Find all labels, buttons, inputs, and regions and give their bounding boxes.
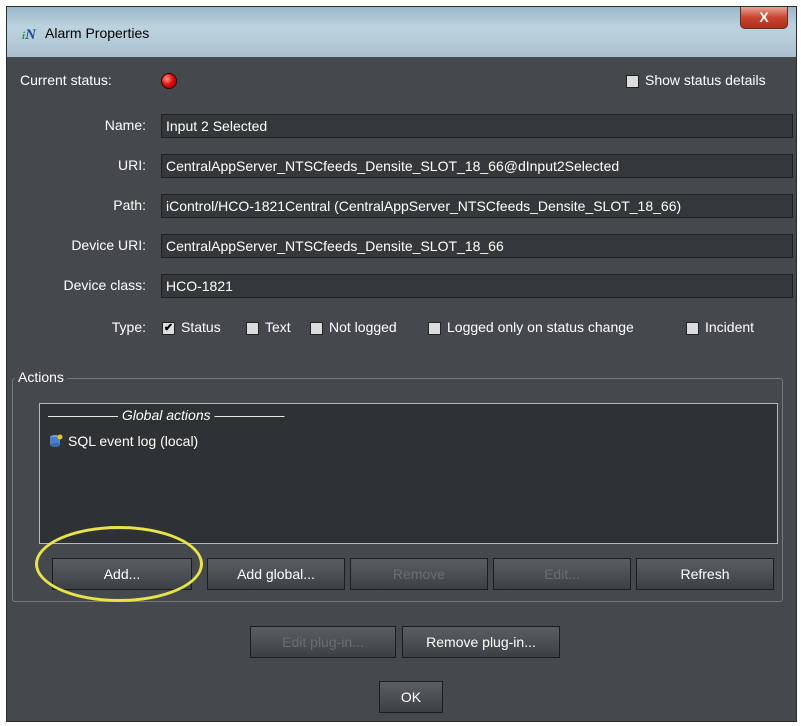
- type-text-label: Text: [265, 319, 291, 335]
- type-not-logged-label: Not logged: [329, 319, 397, 335]
- type-logged-on-change-checkbox[interactable]: [428, 322, 441, 335]
- device-uri-label: Device URI:: [71, 237, 146, 253]
- current-status-label: Current status:: [20, 72, 112, 88]
- window-title: Alarm Properties: [45, 25, 150, 41]
- dialog-body: Current status: Show status details Name…: [12, 57, 793, 714]
- name-label: Name:: [104, 117, 146, 133]
- title-bar[interactable]: iN Alarm Properties X: [7, 7, 796, 57]
- refresh-button[interactable]: Refresh: [636, 558, 774, 590]
- type-status-label: Status: [181, 319, 221, 335]
- highlight-ellipse: [35, 526, 203, 602]
- actions-group-title: Actions: [15, 369, 67, 385]
- edit-plugin-button[interactable]: Edit plug-in...: [250, 626, 396, 658]
- remove-plugin-button[interactable]: Remove plug-in...: [402, 626, 560, 658]
- show-status-details-checkbox[interactable]: [626, 75, 639, 88]
- close-button[interactable]: X: [740, 7, 788, 29]
- device-uri-field[interactable]: CentralAppServer_NTSCfeeds_Densite_SLOT_…: [161, 234, 793, 258]
- status-led-icon: [161, 73, 177, 89]
- type-incident-checkbox[interactable]: [686, 322, 699, 335]
- uri-label: URI:: [118, 157, 146, 173]
- device-class-field[interactable]: HCO-1821: [161, 274, 793, 298]
- sql-event-log-label: SQL event log (local): [68, 433, 199, 449]
- actions-list[interactable]: ————— Global actions ————— SQL event log…: [39, 403, 778, 544]
- path-label: Path:: [113, 197, 146, 213]
- app-icon: iN: [22, 27, 36, 43]
- device-class-label: Device class:: [63, 277, 146, 293]
- add-global-button[interactable]: Add global...: [207, 558, 345, 590]
- name-field[interactable]: Input 2 Selected: [161, 114, 793, 138]
- type-label: Type:: [111, 319, 146, 335]
- remove-button[interactable]: Remove: [350, 558, 488, 590]
- type-logged-on-change-label: Logged only on status change: [447, 319, 634, 335]
- global-actions-heading: ————— Global actions —————: [48, 407, 285, 423]
- uri-field[interactable]: CentralAppServer_NTSCfeeds_Densite_SLOT_…: [161, 154, 793, 178]
- show-status-details-label: Show status details: [645, 72, 766, 88]
- type-text-checkbox[interactable]: [246, 322, 259, 335]
- list-item[interactable]: SQL event log (local): [48, 433, 198, 449]
- database-icon: [48, 434, 64, 448]
- type-not-logged-checkbox[interactable]: [310, 322, 323, 335]
- alarm-properties-window: iN Alarm Properties X Current status: Sh…: [6, 6, 797, 722]
- ok-button[interactable]: OK: [379, 681, 443, 713]
- edit-button[interactable]: Edit...: [493, 558, 631, 590]
- path-field[interactable]: iControl/HCO-1821Central (CentralAppServ…: [161, 194, 793, 218]
- type-status-checkbox[interactable]: ✔: [162, 322, 175, 335]
- type-incident-label: Incident: [705, 319, 755, 335]
